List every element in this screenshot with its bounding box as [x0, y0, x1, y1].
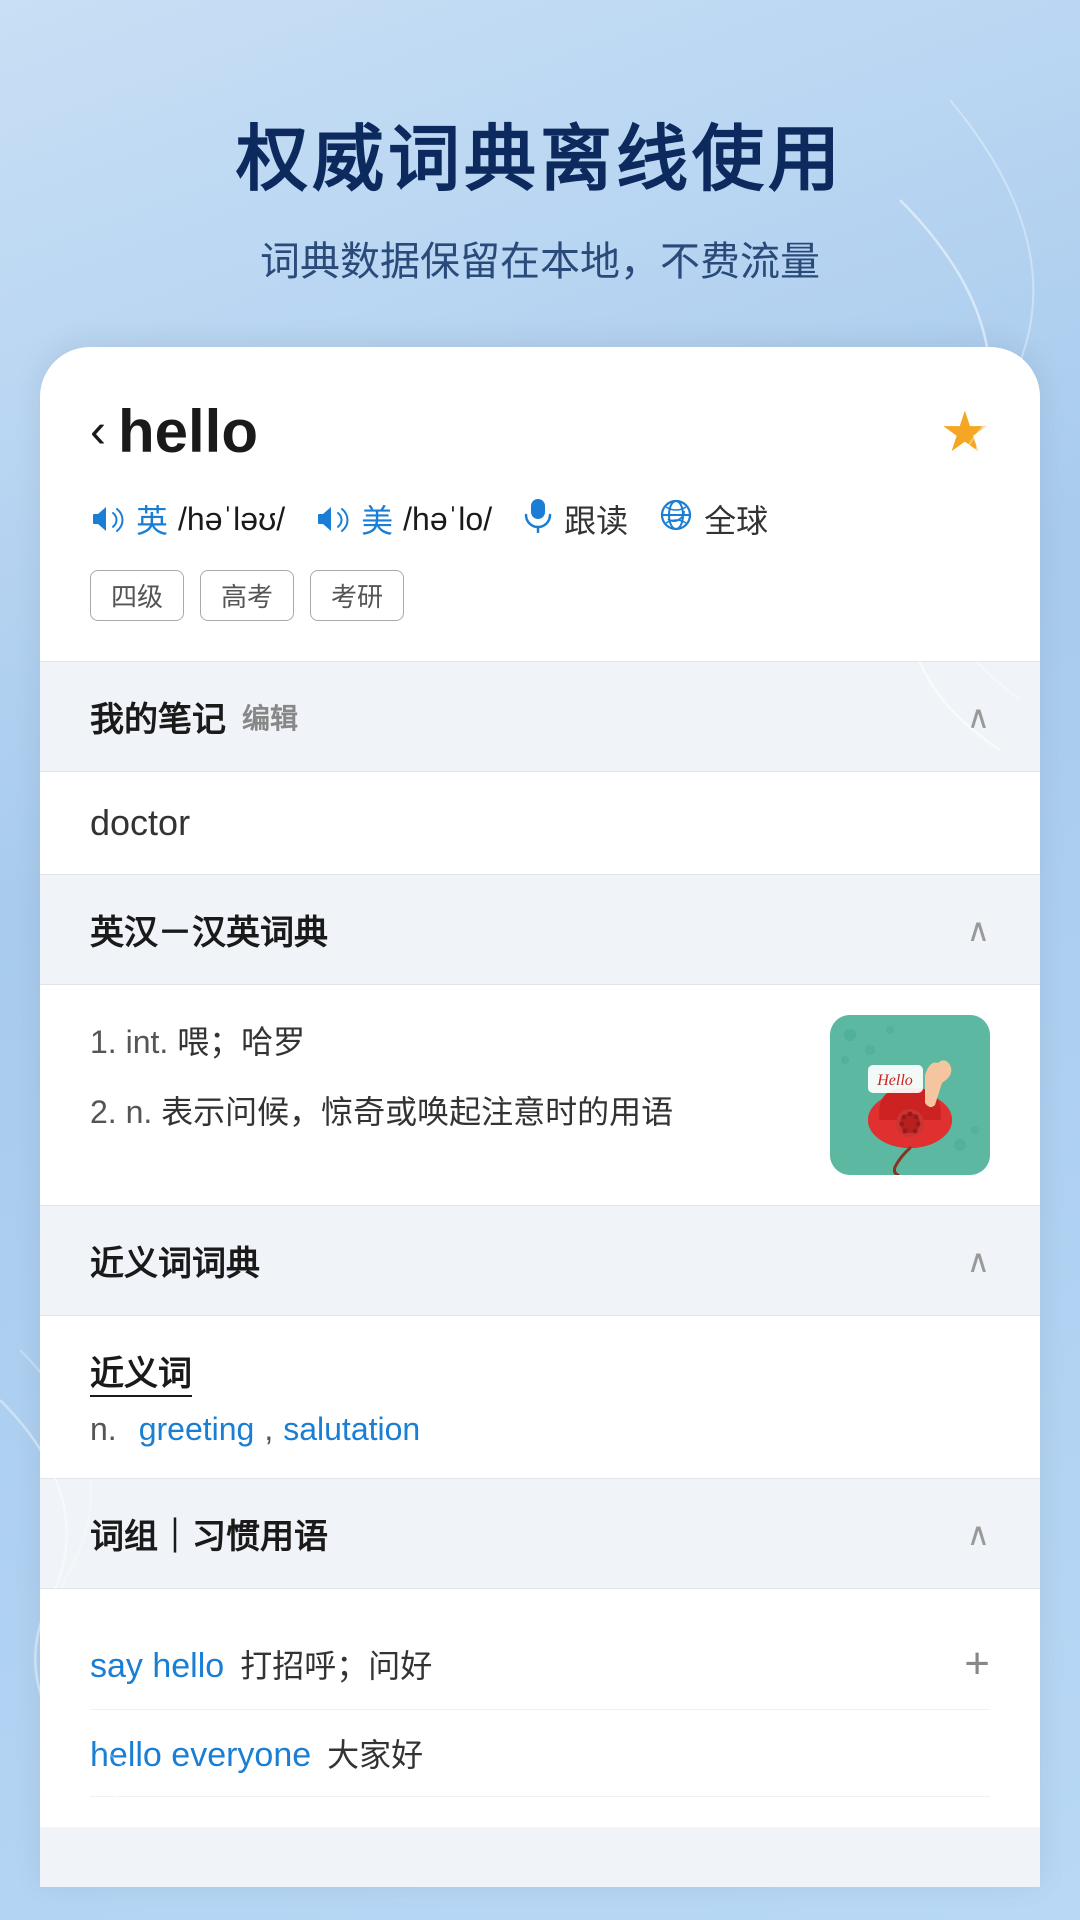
- global-button[interactable]: 全球: [658, 496, 768, 542]
- word-header: ‹ hello ★ 英 /həˈləʊ/: [40, 347, 1040, 661]
- svg-text:Hello: Hello: [876, 1072, 913, 1089]
- follow-read-button[interactable]: 跟读: [522, 496, 628, 542]
- notes-chevron-icon: ∧: [967, 698, 990, 736]
- dict-def-2: 2. n. 表示问候，惊奇或唤起注意时的用语: [90, 1085, 800, 1139]
- pron-american[interactable]: 美 /həˈlo/: [315, 496, 492, 542]
- word-back-row: ‹ hello: [90, 397, 258, 466]
- phrase-meaning-2: 大家好: [327, 1730, 423, 1776]
- synonyms-section-header[interactable]: 近义词词典 ∧: [40, 1206, 1040, 1315]
- main-subtitle: 词典数据保留在本地，不费流量: [60, 229, 1020, 287]
- hello-image: Hello: [830, 1015, 990, 1175]
- phrase-item-2: hello everyone 大家好: [90, 1710, 990, 1797]
- bottom-spacer: [40, 1827, 1040, 1887]
- notes-section-header[interactable]: 我的笔记 编辑 ∧: [40, 662, 1040, 771]
- phrases-chevron-icon: ∧: [967, 1515, 990, 1553]
- notes-edit-button[interactable]: 编辑: [242, 697, 298, 737]
- global-label: 全球: [704, 496, 768, 542]
- synonym-label: 近义词: [90, 1346, 192, 1397]
- main-title: 权威词典离线使用: [60, 100, 1020, 205]
- phrases-title: 词组｜习惯用语: [90, 1509, 328, 1558]
- dictionary-content: 1. int. 喂；哈罗 2. n. 表示问候，惊奇或唤起注意时的用语: [40, 985, 1040, 1205]
- synonym-row: n. greeting , salutation: [90, 1411, 990, 1448]
- speaker-icon-american[interactable]: [315, 501, 351, 537]
- pron-american-label: 美: [361, 496, 393, 542]
- phrase-word-2[interactable]: hello everyone: [90, 1736, 311, 1775]
- note-text: doctor: [90, 802, 990, 844]
- phrase-left-1: say hello 打招呼；问好: [90, 1641, 432, 1687]
- phrase-meaning-1: 打招呼；问好: [240, 1641, 432, 1687]
- tag-gaokao: 高考: [200, 570, 294, 621]
- tags-row: 四级 高考 考研: [90, 570, 990, 621]
- phrase-item-1: say hello 打招呼；问好 +: [90, 1619, 990, 1710]
- bookmark-star-icon[interactable]: ★: [940, 399, 990, 465]
- pron-british-label: 英: [136, 496, 168, 542]
- pron-british-ipa: /həˈləʊ/: [178, 501, 285, 538]
- synonym-pos: n.: [90, 1411, 117, 1448]
- back-button[interactable]: ‹: [90, 408, 106, 456]
- mic-icon: [522, 497, 554, 541]
- dict-entry: 1. int. 喂；哈罗 2. n. 表示问候，惊奇或唤起注意时的用语: [90, 1015, 990, 1175]
- dictionary-title: 英汉－汉英词典: [90, 905, 328, 954]
- phrases-content: say hello 打招呼；问好 + hello everyone 大家好: [40, 1589, 1040, 1827]
- global-icon: [658, 497, 694, 541]
- top-header: 权威词典离线使用 词典数据保留在本地，不费流量: [0, 0, 1080, 347]
- synonyms-content: 近义词 n. greeting , salutation: [40, 1316, 1040, 1478]
- notes-content: doctor: [40, 772, 1040, 874]
- follow-read-label: 跟读: [564, 496, 628, 542]
- dict-def-1: 1. int. 喂；哈罗: [90, 1015, 800, 1069]
- synonyms-chevron-icon: ∧: [967, 1242, 990, 1280]
- dict-definitions: 1. int. 喂；哈罗 2. n. 表示问候，惊奇或唤起注意时的用语: [90, 1015, 800, 1156]
- synonym-word-2[interactable]: salutation: [283, 1411, 420, 1448]
- notes-title: 我的笔记 编辑: [90, 692, 298, 741]
- tag-cet4: 四级: [90, 570, 184, 621]
- word-title: hello: [118, 397, 258, 466]
- pronunciation-row: 英 /həˈləʊ/ 美 /həˈlo/: [90, 496, 990, 542]
- pron-american-ipa: /həˈlo/: [403, 501, 492, 538]
- tag-kaoyan: 考研: [310, 570, 404, 621]
- phrases-section-header[interactable]: 词组｜习惯用语 ∧: [40, 1479, 1040, 1588]
- phrase-word-1[interactable]: say hello: [90, 1647, 224, 1686]
- phrase-left-2: hello everyone 大家好: [90, 1730, 423, 1776]
- speaker-icon-british[interactable]: [90, 501, 126, 537]
- synonyms-title: 近义词词典: [90, 1236, 260, 1285]
- phrase-add-button-1[interactable]: +: [964, 1639, 990, 1689]
- dictionary-section-header[interactable]: 英汉－汉英词典 ∧: [40, 875, 1040, 984]
- pron-british[interactable]: 英 /həˈləʊ/: [90, 496, 285, 542]
- main-card: ‹ hello ★ 英 /həˈləʊ/: [40, 347, 1040, 1887]
- dictionary-chevron-icon: ∧: [967, 911, 990, 949]
- synonym-word-1[interactable]: greeting: [139, 1411, 255, 1448]
